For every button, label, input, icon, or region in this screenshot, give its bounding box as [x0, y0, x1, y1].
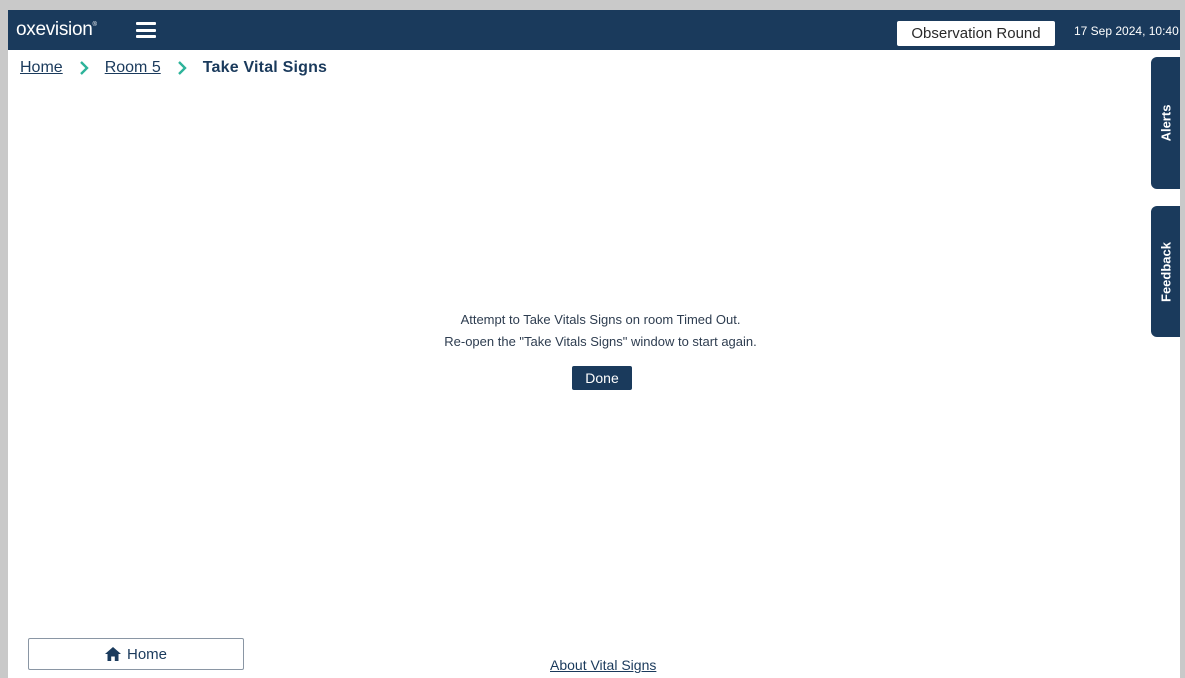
home-button[interactable]: Home	[28, 638, 244, 670]
app-window: oxevision® Observation Round 17 Sep 2024…	[8, 10, 1180, 678]
feedback-tab-label: Feedback	[1158, 241, 1173, 302]
logo-text: oxevision	[16, 19, 93, 40]
alerts-tab-label: Alerts	[1158, 104, 1173, 142]
oxevision-logo: oxevision®	[16, 19, 97, 41]
timeout-message-line-2: Re-open the "Take Vitals Signs" window t…	[444, 334, 757, 349]
breadcrumb-home-link[interactable]: Home	[20, 59, 63, 77]
done-button[interactable]: Done	[572, 366, 632, 390]
alerts-tab[interactable]: Alerts	[1151, 57, 1180, 189]
hamburger-menu-icon[interactable]	[136, 22, 156, 38]
chevron-right-icon	[79, 61, 89, 75]
top-bar: oxevision® Observation Round 17 Sep 2024…	[8, 10, 1180, 50]
logo-registered-mark: ®	[92, 22, 97, 28]
timeout-message: Attempt to Take Vitals Signs on room Tim…	[308, 309, 893, 353]
current-datetime: 17 Sep 2024, 10:40	[1074, 24, 1179, 38]
home-icon	[104, 647, 121, 661]
breadcrumb: Home Room 5 Take Vital Signs	[20, 58, 327, 78]
observation-round-button[interactable]: Observation Round	[897, 21, 1055, 46]
about-vital-signs-link[interactable]: About Vital Signs	[550, 657, 656, 673]
breadcrumb-room-link[interactable]: Room 5	[105, 59, 161, 77]
timeout-message-line-1: Attempt to Take Vitals Signs on room Tim…	[460, 312, 741, 327]
home-button-label: Home	[126, 645, 167, 663]
feedback-tab[interactable]: Feedback	[1151, 206, 1180, 337]
breadcrumb-current-page: Take Vital Signs	[202, 59, 328, 76]
chevron-right-icon	[177, 61, 187, 75]
